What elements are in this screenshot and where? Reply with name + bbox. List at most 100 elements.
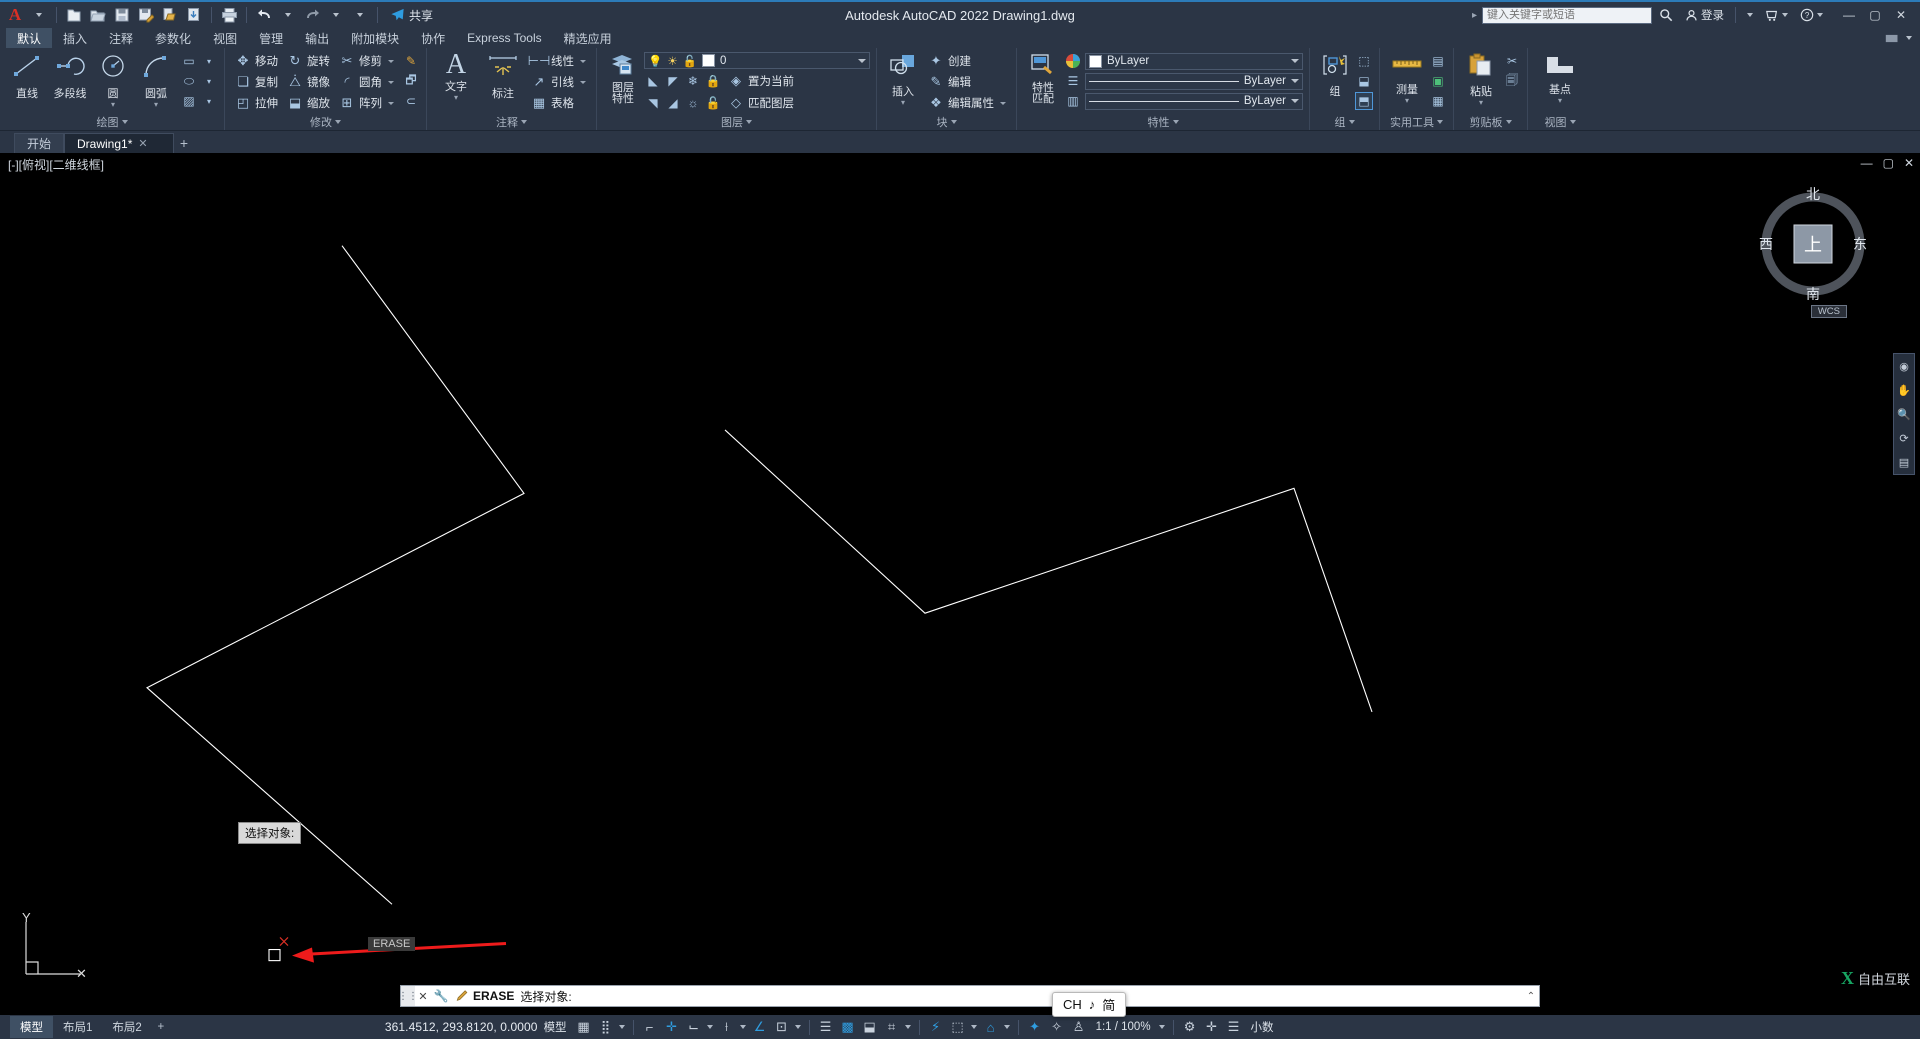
isometric-drafting-icon[interactable]: ⌙ xyxy=(683,1016,705,1038)
layer-off-icon[interactable]: ◥ xyxy=(644,94,662,112)
new-file-icon[interactable] xyxy=(63,4,85,26)
new-file-tab-button[interactable]: + xyxy=(174,133,194,153)
explode-icon[interactable]: 🗗 xyxy=(402,72,420,90)
tool-copy[interactable]: ❏ 复制 xyxy=(231,72,282,92)
ribbon-panel-switch[interactable] xyxy=(1884,28,1920,48)
rectangle-dropdown-icon[interactable]: ▾ xyxy=(200,52,218,70)
layer-thaw-icon[interactable]: ☼ xyxy=(684,94,702,112)
sign-in-button[interactable]: 登录 xyxy=(1680,4,1729,26)
trim-dropdown-icon[interactable] xyxy=(388,59,394,63)
layer-lock-icon[interactable]: 🔓 xyxy=(683,54,697,68)
tool-measure[interactable]: 测量 ▾ xyxy=(1386,51,1428,106)
snap-mode-icon[interactable]: ⣿ xyxy=(595,1016,617,1038)
layer-turn-all-on-icon[interactable]: ◢ xyxy=(664,94,682,112)
panel-title-utilities[interactable]: 实用工具 xyxy=(1382,113,1451,130)
quick-select-icon[interactable]: ▤ xyxy=(1429,52,1447,70)
layer-freeze-icon[interactable]: ☀ xyxy=(667,54,677,68)
showmotion-icon[interactable]: ▤ xyxy=(1895,453,1913,471)
tool-stretch[interactable]: ◰ 拉伸 xyxy=(231,93,282,113)
tool-trim[interactable]: ✂ 修剪 xyxy=(335,51,398,71)
search-chevron-icon[interactable]: ▸ xyxy=(1472,10,1477,21)
tool-array[interactable]: ⊞ 阵列 xyxy=(335,93,398,113)
linetype-combo[interactable]: ByLayer xyxy=(1085,92,1303,110)
hardware-acceleration-icon[interactable]: ✧ xyxy=(1046,1016,1068,1038)
command-history-icon[interactable]: ⌃ xyxy=(1523,991,1539,1002)
open-file-icon[interactable] xyxy=(87,4,109,26)
layout-tab-layout2[interactable]: 布局2 xyxy=(102,1016,151,1038)
tool-arc[interactable]: 圆弧 ▾ xyxy=(135,51,177,110)
panel-title-view[interactable]: 视图 xyxy=(1530,113,1590,130)
command-line[interactable]: ⋮⋮ ✕ 🔧 ERASE 选择对象: ⌃ xyxy=(398,985,1540,1007)
layer-lock-obj-icon[interactable]: 🔒 xyxy=(704,72,722,90)
ribbon-tab-view[interactable]: 视图 xyxy=(202,28,248,48)
command-line-text[interactable]: ERASE 选择对象: xyxy=(473,988,1523,1005)
osnap-tracking-dropdown-icon[interactable] xyxy=(738,1016,749,1038)
group-edit-icon[interactable]: ⬓ xyxy=(1355,72,1373,90)
ellipse-icon[interactable]: ⬭ xyxy=(180,72,198,90)
layer-freeze-obj-icon[interactable]: ❄ xyxy=(684,72,702,90)
ungroup-icon[interactable]: ⬚ xyxy=(1355,52,1373,70)
tool-polyline[interactable]: 多段线 xyxy=(49,51,91,103)
export-icon[interactable] xyxy=(159,4,181,26)
linetype-dropdown-icon[interactable] xyxy=(1291,99,1299,103)
file-tab-close-icon[interactable]: ✕ xyxy=(138,137,147,150)
search-submit-button[interactable] xyxy=(1654,4,1678,26)
help-button[interactable]: ? xyxy=(1795,4,1828,26)
panel-title-draw[interactable]: 绘图 xyxy=(2,113,222,130)
panel-title-block[interactable]: 块 xyxy=(879,113,1014,130)
app-store-icon[interactable] xyxy=(1760,4,1793,26)
ribbon-tab-express-tools[interactable]: Express Tools xyxy=(456,28,552,48)
ribbon-tab-insert[interactable]: 插入 xyxy=(52,28,98,48)
tool-paste[interactable]: 粘贴 ▾ xyxy=(1460,51,1502,108)
polar-tracking-icon[interactable]: ✛ xyxy=(661,1016,683,1038)
tool-fillet[interactable]: ◜ 圆角 xyxy=(335,72,398,92)
object-color-icon[interactable] xyxy=(1064,52,1082,70)
isometric-dropdown-icon[interactable] xyxy=(705,1016,716,1038)
pan-icon[interactable]: ✋ xyxy=(1895,381,1913,399)
object-snap-icon[interactable]: ∠ xyxy=(749,1016,771,1038)
fullscreen-icon[interactable]: ✛ xyxy=(1201,1016,1223,1038)
tool-rotate[interactable]: ↻ 旋转 xyxy=(283,51,334,71)
lineweight-icon[interactable]: ☰ xyxy=(815,1016,837,1038)
file-tab-start[interactable]: 开始 xyxy=(14,133,65,153)
isolate-objects-icon[interactable]: ♙ xyxy=(1068,1016,1090,1038)
ribbon-tab-home[interactable]: 默认 xyxy=(6,28,53,48)
tool-text[interactable]: A 文字 ▾ xyxy=(433,51,479,103)
dynamic-ucs-dropdown-icon[interactable] xyxy=(793,1016,804,1038)
measure-dropdown-icon[interactable]: ▾ xyxy=(1405,97,1409,105)
edit-attributes-dropdown-icon[interactable] xyxy=(1000,101,1006,105)
qat-more-icon[interactable] xyxy=(349,4,371,26)
annotation-scale-icon[interactable]: ⌂ xyxy=(980,1016,1002,1038)
ribbon-tab-annotate[interactable]: 注释 xyxy=(98,28,144,48)
annotation-scale-value[interactable]: 1:1 / 100% xyxy=(1090,1021,1157,1033)
autoscale-icon[interactable]: ⬚ xyxy=(947,1016,969,1038)
maximize-button[interactable]: ▢ xyxy=(1862,3,1888,27)
layer-unisolate-icon[interactable]: ◤ xyxy=(664,72,682,90)
3d-osnap-dropdown-icon[interactable] xyxy=(903,1016,914,1038)
object-snap-tracking-icon[interactable]: ⟊ xyxy=(716,1016,738,1038)
app-menu-dropdown-icon[interactable] xyxy=(28,4,50,26)
ribbon-tab-output[interactable]: 输出 xyxy=(294,28,340,48)
layout-tab-layout1[interactable]: 布局1 xyxy=(53,1016,102,1038)
panel-title-layers[interactable]: 图层 xyxy=(599,113,874,130)
tool-table[interactable]: ▦ 表格 xyxy=(527,93,590,113)
customize-menu-icon[interactable]: ☰ xyxy=(1223,1016,1245,1038)
tool-insert-block[interactable]: 插入 ▾ xyxy=(883,51,923,108)
color-combo[interactable]: ByLayer xyxy=(1085,52,1303,70)
save-as-icon[interactable] xyxy=(135,4,157,26)
calculator-icon[interactable]: ▦ xyxy=(1429,92,1447,110)
copy-clip-icon[interactable]: 🗐 xyxy=(1503,72,1521,90)
linear-dim-dropdown-icon[interactable] xyxy=(580,59,586,63)
tool-group[interactable]: 组 xyxy=(1316,51,1354,101)
wcs-label[interactable]: WCS xyxy=(1810,305,1847,318)
color-dropdown-icon[interactable] xyxy=(1291,59,1299,63)
layer-dropdown-icon[interactable] xyxy=(858,58,866,63)
layout-tab-model[interactable]: 模型 xyxy=(10,1016,53,1038)
panel-title-clipboard[interactable]: 剪贴板 xyxy=(1456,113,1525,130)
lineweight-list-icon[interactable]: ☰ xyxy=(1064,72,1082,90)
tool-circle[interactable]: 圆 ▾ xyxy=(92,51,134,110)
ribbon-tab-featured-apps[interactable]: 精选应用 xyxy=(553,28,623,48)
tool-dimension[interactable]: 标注 xyxy=(480,51,526,103)
tool-match-layer[interactable]: ◇ 匹配图层 xyxy=(724,93,798,113)
close-button[interactable]: ✕ xyxy=(1888,3,1914,27)
